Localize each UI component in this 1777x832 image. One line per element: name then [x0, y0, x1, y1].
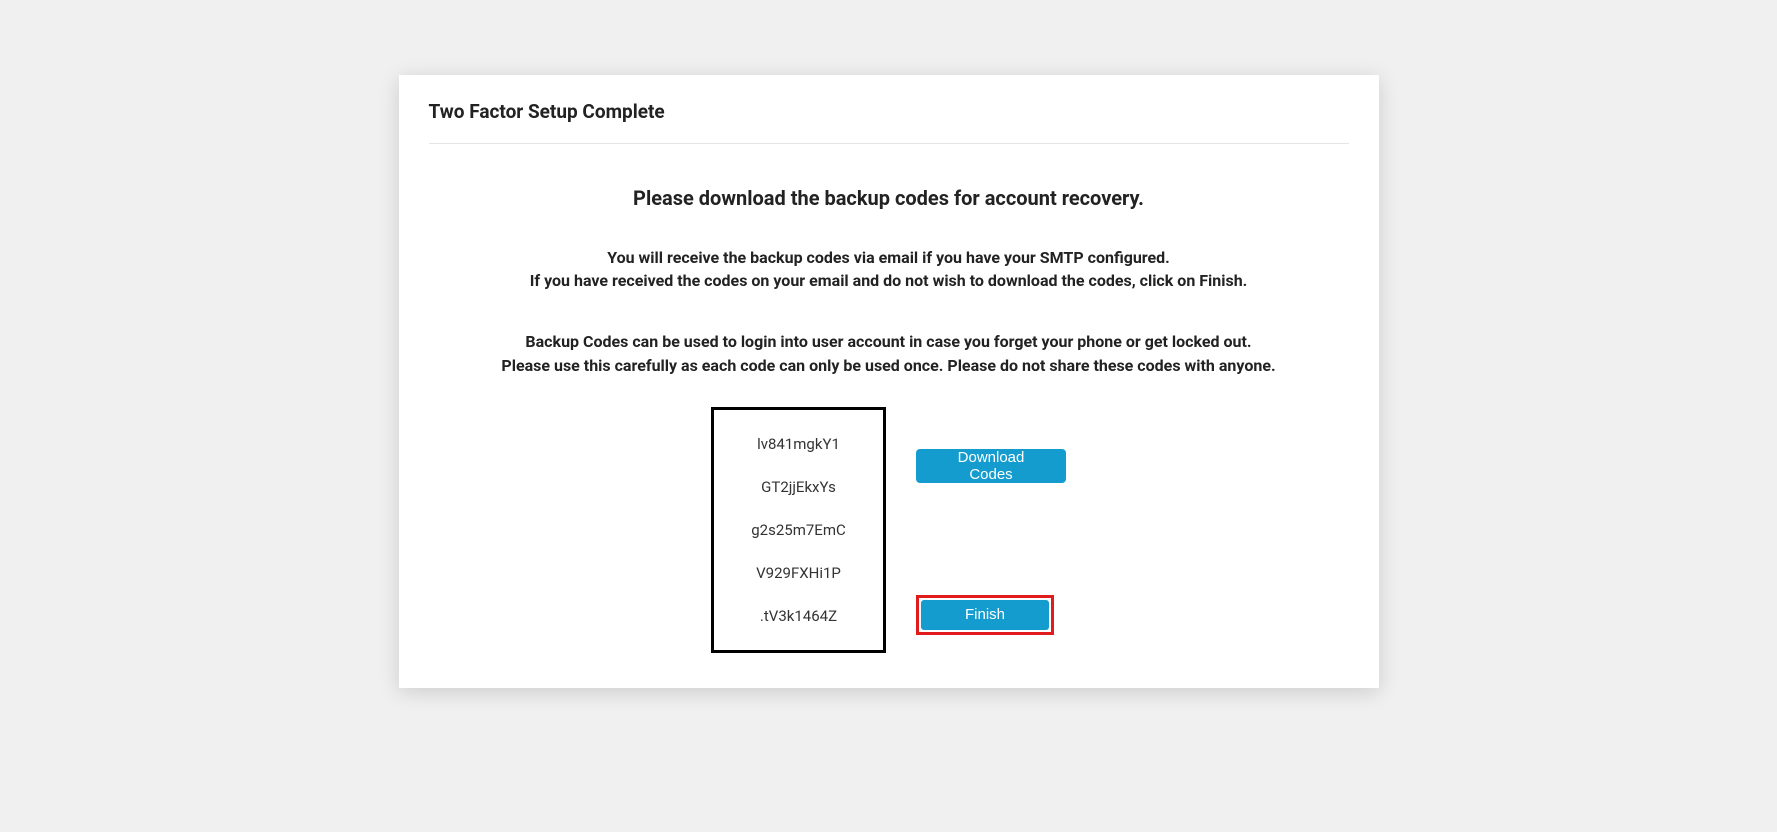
- backup-code: g2s25m7EmC: [724, 521, 873, 539]
- card-title: Two Factor Setup Complete: [429, 100, 1349, 123]
- finish-highlight: Finish: [916, 595, 1054, 635]
- buttons-column: Download Codes Finish: [916, 407, 1066, 653]
- info-line-1: You will receive the backup codes via em…: [429, 246, 1349, 269]
- backup-codes-box: lv841mgkY1 GT2jjEkxYs g2s25m7EmC V929FXH…: [711, 407, 886, 653]
- finish-button[interactable]: Finish: [921, 600, 1049, 630]
- info-line-4: Please use this carefully as each code c…: [429, 354, 1349, 377]
- backup-code: V929FXHi1P: [724, 564, 873, 582]
- info-line-3: Backup Codes can be used to login into u…: [429, 330, 1349, 353]
- setup-complete-card: Two Factor Setup Complete Please downloa…: [399, 75, 1379, 688]
- backup-code: .tV3k1464Z: [724, 607, 873, 625]
- instructions-block-2: Backup Codes can be used to login into u…: [429, 330, 1349, 376]
- backup-code: GT2jjEkxYs: [724, 478, 873, 496]
- instructions-title: Please download the backup codes for acc…: [429, 186, 1349, 210]
- card-header: Two Factor Setup Complete: [429, 100, 1349, 144]
- codes-area: lv841mgkY1 GT2jjEkxYs g2s25m7EmC V929FXH…: [429, 407, 1349, 653]
- info-line-2: If you have received the codes on your e…: [429, 269, 1349, 292]
- card-body: Please download the backup codes for acc…: [429, 144, 1349, 653]
- backup-code: lv841mgkY1: [724, 435, 873, 453]
- instructions-block-1: You will receive the backup codes via em…: [429, 246, 1349, 292]
- download-codes-button[interactable]: Download Codes: [916, 449, 1066, 483]
